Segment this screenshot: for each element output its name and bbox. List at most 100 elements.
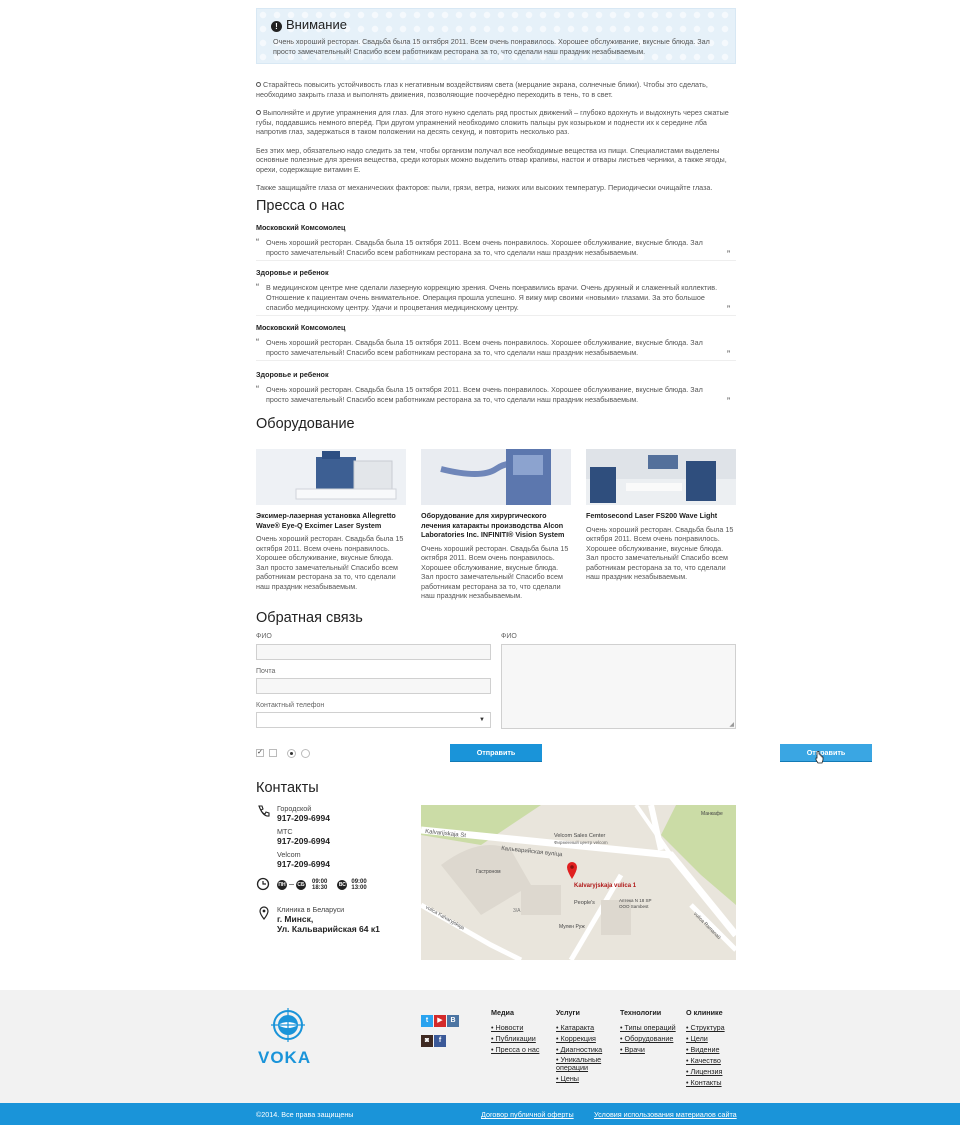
map-label: 3/A [513, 908, 521, 914]
checkbox-checked[interactable]: ✓ [256, 749, 264, 757]
weekday-badge: СБ [296, 880, 306, 890]
address-city: г. Минск, [277, 914, 314, 924]
map-label: Манкафе [701, 811, 723, 817]
brand-name: VOKA [258, 1048, 312, 1067]
instagram-icon[interactable]: ◙ [421, 1035, 433, 1047]
press-source: Здоровье и ребенок [256, 370, 329, 379]
equipment-text: Очень хороший ресторан. Свадьба была 15 … [421, 543, 569, 601]
message-textarea[interactable]: ◢ [501, 644, 736, 729]
cataract-machine-image [421, 449, 571, 505]
voka-logo[interactable] [265, 1005, 311, 1050]
submit-button-hover[interactable]: Отправить [780, 744, 872, 762]
map-label: People's [574, 900, 595, 906]
footer-col-title: Услуги [556, 1008, 580, 1017]
vk-icon[interactable]: В [447, 1015, 459, 1027]
press-quote: “Очень хороший ресторан. Свадьба была 15… [256, 237, 730, 259]
press-quote: “В медицинском центре мне сделали лазерн… [256, 282, 730, 314]
press-source: Московский Комсомолец [256, 223, 346, 232]
alert-title-text: Внимание [286, 17, 347, 32]
press-item: Здоровье и ребенок “В медицинском центре… [256, 268, 736, 316]
map-label: Velcom Sales Center [554, 833, 606, 839]
fio-label: ФИО [256, 633, 272, 640]
footer-link[interactable]: Видение [686, 1044, 725, 1055]
equipment-title[interactable]: Оборудование для хирургического лечения … [421, 511, 571, 540]
map-label: ООО Sambest [619, 904, 649, 909]
offer-link[interactable]: Договор публичной оферты [481, 1110, 574, 1119]
footer-link[interactable]: Структура [686, 1022, 725, 1033]
facebook-icon[interactable]: f [434, 1035, 446, 1047]
twitter-icon[interactable]: t [421, 1015, 433, 1027]
phone-number[interactable]: 917-209-6994 [277, 859, 330, 869]
equipment-title[interactable]: Femtosecond Laser FS200 Wave Light [586, 511, 736, 521]
footer-col-media: Медиа Новости Публикации Пресса о нас [491, 1008, 539, 1055]
radio-unchecked[interactable] [301, 749, 310, 758]
footer-link[interactable]: Цены [556, 1073, 606, 1084]
footer-col-tech: Технологии Типы операций Оборудование Вр… [620, 1008, 676, 1055]
footer-col-title: Технологии [620, 1008, 662, 1017]
map[interactable]: Velcom Sales Center Фирменный центр velc… [421, 805, 736, 960]
article-p1: Старайтесь повысить устойчивость глаз к … [256, 80, 708, 99]
phone-label: Городской [277, 804, 312, 813]
quote-open-icon: “ [256, 337, 259, 347]
footer-link[interactable]: Качество [686, 1055, 725, 1066]
bullet-icon [256, 82, 261, 87]
footer-link[interactable]: Катаракта [556, 1022, 606, 1033]
radio-checked[interactable] [287, 749, 296, 758]
footer-link[interactable]: Лицензия [686, 1066, 725, 1077]
sunday-badge: ВС [337, 880, 348, 890]
weekday-close: 18:30 [312, 885, 328, 891]
phone-select[interactable]: ▼ [256, 712, 491, 728]
press-heading: Пресса о нас [256, 198, 345, 214]
terms-link[interactable]: Условия использования материалов сайта [594, 1110, 737, 1119]
footer-link[interactable]: Диагностика [556, 1044, 606, 1055]
hand-cursor-icon [815, 751, 824, 764]
phone-label: Контактный телефон [256, 702, 325, 709]
map-label: Kalvaryjskaja vulica 1 [574, 883, 637, 889]
contacts-heading: Контакты [256, 780, 319, 796]
footer-link[interactable]: Оборудование [620, 1033, 676, 1044]
laser-machine-image [256, 449, 406, 505]
phone-number[interactable]: 917-209-6994 [277, 836, 330, 846]
resize-handle-icon[interactable]: ◢ [729, 721, 734, 728]
footer-link[interactable]: Контакты [686, 1077, 725, 1088]
footer-col-title: О клинике [686, 1008, 723, 1017]
equipment-image[interactable] [256, 449, 406, 505]
footer-link[interactable]: Цели [686, 1033, 725, 1044]
quote-close-icon: ” [727, 304, 730, 314]
femtosecond-laser-image [586, 449, 736, 505]
footer-link[interactable]: Типы операций [620, 1022, 676, 1033]
footer-link[interactable]: Врачи [620, 1044, 676, 1055]
alert-box: ! Внимание Очень хороший ресторан. Свадьб… [256, 8, 736, 64]
mail-input[interactable] [256, 678, 491, 694]
youtube-icon[interactable]: ▶ [434, 1015, 446, 1027]
phone-number[interactable]: 917-209-6994 [277, 813, 330, 823]
footer-col-title: Медиа [491, 1008, 514, 1017]
equipment-title[interactable]: Эксимер-лазерная установка Allegretto Wa… [256, 511, 406, 530]
address-label: Клиника в Беларуси [277, 905, 345, 914]
equipment-card[interactable]: Оборудование для хирургического лечения … [421, 449, 571, 601]
fio-input[interactable] [256, 644, 491, 660]
quote-open-icon: “ [256, 384, 259, 394]
quote-open-icon: “ [256, 237, 259, 247]
equipment-image[interactable] [421, 449, 571, 505]
submit-button[interactable]: Отправить [450, 744, 542, 762]
checkbox-unchecked[interactable] [269, 749, 277, 757]
weekday-badge: ПН [277, 880, 287, 890]
footer-link[interactable]: Публикации [491, 1033, 539, 1044]
footer-link[interactable]: Пресса о нас [491, 1044, 540, 1055]
map-label: Фирменный центр velcom [554, 840, 608, 845]
phone-label: Velcom [277, 850, 301, 859]
quote-close-icon: ” [727, 396, 730, 406]
footer-link[interactable]: Коррекция [556, 1033, 606, 1044]
phone-label: МТС [277, 827, 293, 836]
article-p3: Без этих мер, обязательно надо следить з… [256, 145, 727, 174]
footer-col-about: О клинике Структура Цели Видение Качеств… [686, 1008, 725, 1088]
logo-icon [271, 1008, 305, 1042]
sunday-close: 13:00 [351, 885, 367, 891]
equipment-image[interactable] [586, 449, 736, 505]
footer-link[interactable]: Уникальные операции [556, 1056, 606, 1072]
footer-link[interactable]: Новости [491, 1022, 539, 1033]
equipment-card[interactable]: Femtosecond Laser FS200 Wave Light Очень… [586, 449, 736, 582]
equipment-card[interactable]: Эксимер-лазерная установка Allegretto Wa… [256, 449, 406, 591]
footer-col-services: Услуги Катаракта Коррекция Диагностика У… [556, 1008, 606, 1084]
